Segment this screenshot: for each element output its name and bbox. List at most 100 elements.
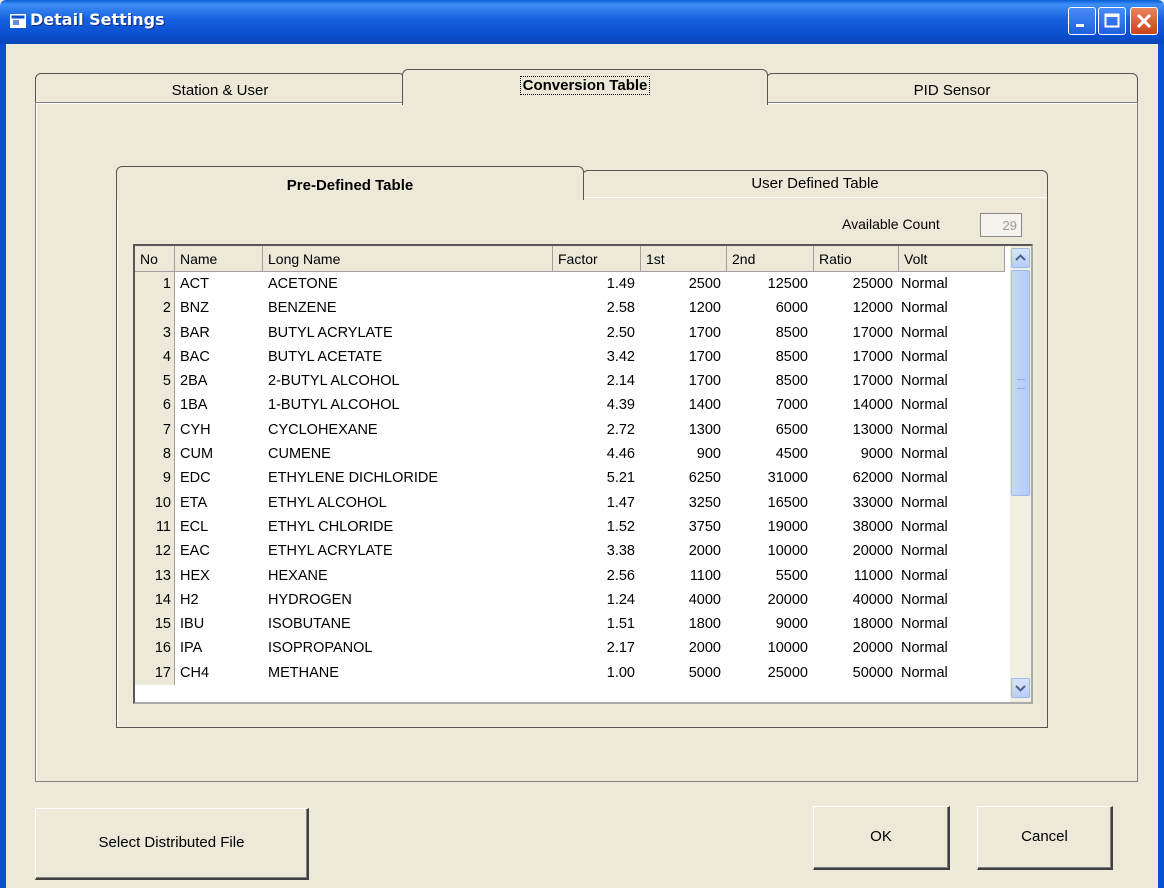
cell-2nd: 9000 (775, 616, 808, 633)
cell-name: 2BA (180, 373, 208, 390)
tab-label: User Defined Table (751, 175, 879, 192)
tab-station-user[interactable]: Station & User (35, 73, 405, 103)
vertical-scrollbar[interactable] (1010, 246, 1031, 702)
available-count-field: 29 (980, 213, 1022, 237)
table-body: 1 ACT ACETONE 1.49 2500 12500 25000 Normal 2 BNZ B… (135, 272, 1005, 686)
table-row[interactable]: 16 IPA ISOPROPANOL 2.17 2000 10000 20000 Normal (135, 636, 1005, 661)
select-distributed-file-button[interactable]: Select Distributed File (35, 808, 309, 880)
cancel-button[interactable]: Cancel (977, 806, 1113, 870)
cell-volt: Normal (901, 616, 948, 633)
tab-label: Conversion Table (519, 76, 651, 95)
cell-ratio: 11000 (853, 567, 893, 584)
cell-ratio: 20000 (852, 640, 893, 657)
cell-name: EDC (180, 470, 211, 487)
ok-button[interactable]: OK (813, 806, 950, 870)
tab-pre-defined-table[interactable]: Pre-Defined Table (116, 166, 584, 200)
title-bar: Detail Settings (0, 0, 1164, 44)
cell-factor: 2.50 (606, 324, 635, 341)
column-header-1st[interactable]: 1st (641, 246, 727, 272)
cell-volt: Normal (901, 494, 948, 511)
cell-ratio: 33000 (852, 494, 893, 511)
cell-no: 3 (135, 320, 175, 345)
cell-1st: 1200 (688, 300, 721, 317)
conversion-table-grid[interactable]: No Name Long Name Factor 1st 2nd Ratio V… (133, 244, 1033, 704)
column-header-name[interactable]: Name (175, 246, 263, 272)
table-row[interactable]: 3 BAR BUTYL ACRYLATE 2.50 1700 8500 17000 Norma… (135, 320, 1005, 345)
cell-ratio: 14000 (852, 397, 893, 414)
cell-factor: 3.42 (606, 348, 635, 365)
maximize-button[interactable] (1098, 7, 1126, 35)
cell-volt: Normal (901, 591, 948, 608)
cell-2nd: 8500 (775, 324, 808, 341)
cell-name: 1BA (180, 397, 208, 414)
table-row[interactable]: 5 2BA 2-BUTYL ALCOHOL 2.14 1700 8500 17000 Norm… (135, 369, 1005, 394)
close-button[interactable] (1130, 7, 1158, 35)
cell-long-name: ETHYL ACRYLATE (268, 543, 393, 560)
column-header-no[interactable]: No (135, 246, 175, 272)
tab-conversion-table[interactable]: Conversion Table (402, 69, 768, 105)
table-row[interactable]: 8 CUM CUMENE 4.46 900 4500 9000 Normal (135, 442, 1005, 467)
minimize-icon (1076, 24, 1084, 27)
table-row[interactable]: 2 BNZ BENZENE 2.58 1200 6000 12000 Normal (135, 296, 1005, 321)
cell-1st: 1100 (689, 567, 721, 584)
cell-volt: Normal (901, 640, 948, 657)
cell-1st: 2000 (688, 640, 721, 657)
cell-2nd: 10000 (767, 640, 808, 657)
cell-long-name: BUTYL ACETATE (268, 348, 383, 365)
cell-2nd: 20000 (767, 591, 808, 608)
window-title: Detail Settings (30, 10, 165, 29)
column-header-long-name[interactable]: Long Name (263, 246, 553, 272)
cell-long-name: HYDROGEN (268, 591, 352, 608)
cell-ratio: 20000 (852, 543, 893, 560)
cell-ratio: 13000 (852, 421, 893, 438)
cell-factor: 1.00 (606, 664, 635, 681)
cell-volt: Normal (901, 446, 948, 463)
cell-name: BAR (180, 324, 210, 341)
table-row[interactable]: 11 ECL ETHYL CHLORIDE 1.52 3750 19000 38000 Nor… (135, 514, 1005, 540)
cell-ratio: 9000 (860, 446, 893, 463)
table-row[interactable]: 12 EAC ETHYL ACRYLATE 3.38 2000 10000 20000 Nor… (135, 539, 1005, 564)
cell-factor: 2.72 (606, 421, 635, 438)
cell-1st: 3250 (688, 494, 721, 511)
cell-long-name: ISOPROPANOL (268, 640, 373, 657)
table-row[interactable]: 17 CH4 METHANE 1.00 5000 25000 50000 Normal (135, 660, 1005, 686)
column-header-factor[interactable]: Factor (553, 246, 641, 272)
cell-1st: 3750 (688, 518, 721, 535)
minimize-button[interactable] (1068, 7, 1096, 35)
cell-ratio: 25000 (852, 276, 893, 292)
table-row[interactable]: 4 BAC BUTYL ACETATE 3.42 1700 8500 17000 Normal (135, 344, 1005, 370)
table-row[interactable]: 9 EDC ETHYLENE DICHLORIDE 5.21 6250 31000 6200… (135, 466, 1005, 491)
cell-long-name: METHANE (268, 664, 339, 681)
cell-2nd: 8500 (775, 348, 808, 365)
cell-no: 2 (135, 296, 175, 321)
table-row[interactable]: 14 H2 HYDROGEN 1.24 4000 20000 40000 Normal (135, 587, 1005, 613)
table-row[interactable]: 15 IBU ISOBUTANE 1.51 1800 9000 18000 Normal (135, 612, 1005, 637)
cell-long-name: 2-BUTYL ALCOHOL (268, 373, 400, 390)
scroll-down-button[interactable] (1011, 678, 1030, 698)
table-row[interactable]: 13 HEX HEXANE 2.56 1100 5500 11000 Normal (135, 563, 1005, 588)
tab-pid-sensor[interactable]: PID Sensor (766, 73, 1138, 103)
tab-user-defined-table[interactable]: User Defined Table (582, 170, 1048, 197)
column-header-ratio[interactable]: Ratio (814, 246, 899, 272)
table-row[interactable]: 7 CYH CYCLOHEXANE 2.72 1300 6500 13000 Normal (135, 417, 1005, 443)
cell-name: HEX (180, 567, 210, 584)
cell-1st: 2000 (688, 543, 721, 560)
cell-volt: Normal (901, 373, 948, 390)
cell-1st: 1700 (688, 348, 721, 365)
scroll-up-button[interactable] (1011, 248, 1030, 268)
cell-1st: 5000 (688, 664, 721, 681)
tab-label: Station & User (171, 82, 269, 99)
table-row[interactable]: 1 ACT ACETONE 1.49 2500 12500 25000 Normal (135, 272, 1005, 297)
table-row[interactable]: 10 ETA ETHYL ALCOHOL 1.47 3250 16500 33000 Norm… (135, 490, 1005, 515)
column-header-2nd[interactable]: 2nd (727, 246, 814, 272)
close-icon (1136, 13, 1152, 29)
scroll-thumb[interactable] (1011, 270, 1030, 496)
cell-long-name: BUTYL ACRYLATE (268, 324, 393, 341)
cell-2nd: 12500 (767, 276, 808, 292)
cell-2nd: 5500 (775, 567, 808, 584)
cell-no: 6 (135, 393, 175, 418)
column-header-volt[interactable]: Volt (899, 246, 1005, 272)
cell-2nd: 6500 (775, 421, 808, 438)
cell-volt: Normal (901, 300, 948, 317)
table-row[interactable]: 6 1BA 1-BUTYL ALCOHOL 4.39 1400 7000 14000 Norm… (135, 393, 1005, 418)
